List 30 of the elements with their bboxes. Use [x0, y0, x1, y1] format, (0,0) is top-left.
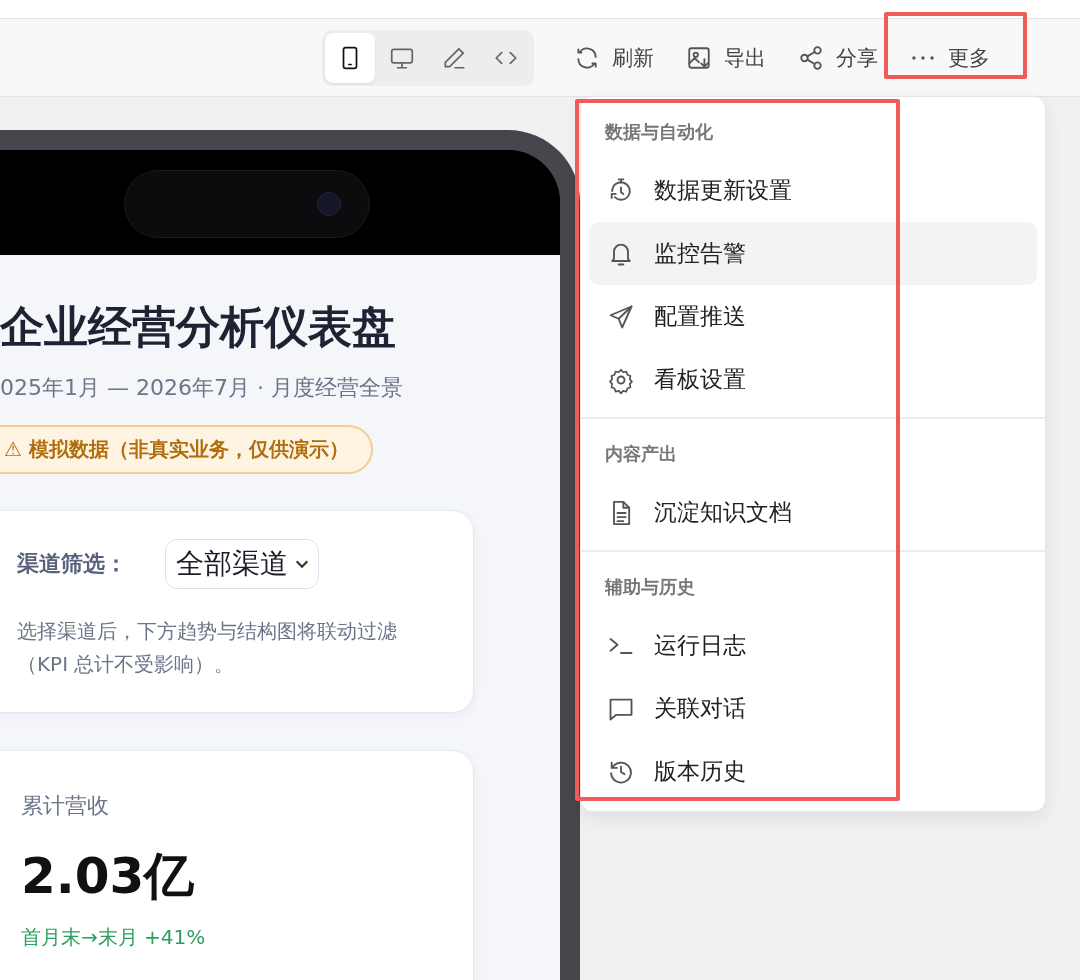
share-button[interactable]: 分享 — [786, 35, 890, 80]
camera-dot — [317, 192, 341, 216]
menu-item[interactable]: 沉淀知识文档 — [589, 481, 1037, 544]
filter-hint: 选择渠道后，下方趋势与结构图将联动过滤（KPI 总计不受影响）。 — [17, 618, 398, 678]
kpi-change: 首月末→末月 +41% — [21, 924, 207, 951]
demo-data-badge: ⚠ 模拟数据（非真实业务，仅供演示） — [0, 425, 373, 474]
refresh-button[interactable]: 刷新 — [562, 35, 666, 80]
share-icon — [798, 44, 824, 71]
dashboard-title: 企业经营分析仪表盘 — [0, 300, 397, 354]
menu-item[interactable]: 监控告警 — [589, 222, 1037, 285]
channel-dropdown[interactable]: 全部渠道 — [165, 539, 319, 589]
menu-item[interactable]: 看板设置 — [589, 348, 1037, 411]
refresh-icon — [574, 44, 600, 71]
section-header: 辅助与历史 — [603, 575, 696, 599]
kpi-value: 2.03亿 — [21, 846, 196, 907]
menu-item[interactable]: 版本历史 — [589, 740, 1037, 803]
date-range: 025年1月 — 2026年7月 · 月度经营全景 — [0, 374, 404, 402]
menu-item[interactable]: 关联对话 — [589, 677, 1037, 740]
section-header: 内容产出 — [604, 442, 678, 466]
more-button[interactable]: 更多 — [898, 35, 1002, 80]
menu-item[interactable]: 数据更新设置 — [589, 159, 1037, 222]
mobile-view-button[interactable] — [325, 32, 375, 83]
kpi-label: 累计营收 — [21, 792, 110, 820]
menu-item[interactable]: 配置推送 — [589, 285, 1037, 348]
menu-item[interactable]: 运行日志 — [589, 614, 1037, 677]
image-download-icon — [686, 44, 712, 71]
export-button[interactable]: 导出 — [674, 35, 778, 80]
section-header: 数据与自动化 — [604, 120, 714, 144]
more-icon — [912, 55, 934, 60]
filter-label: 渠道筛选： — [17, 550, 127, 578]
